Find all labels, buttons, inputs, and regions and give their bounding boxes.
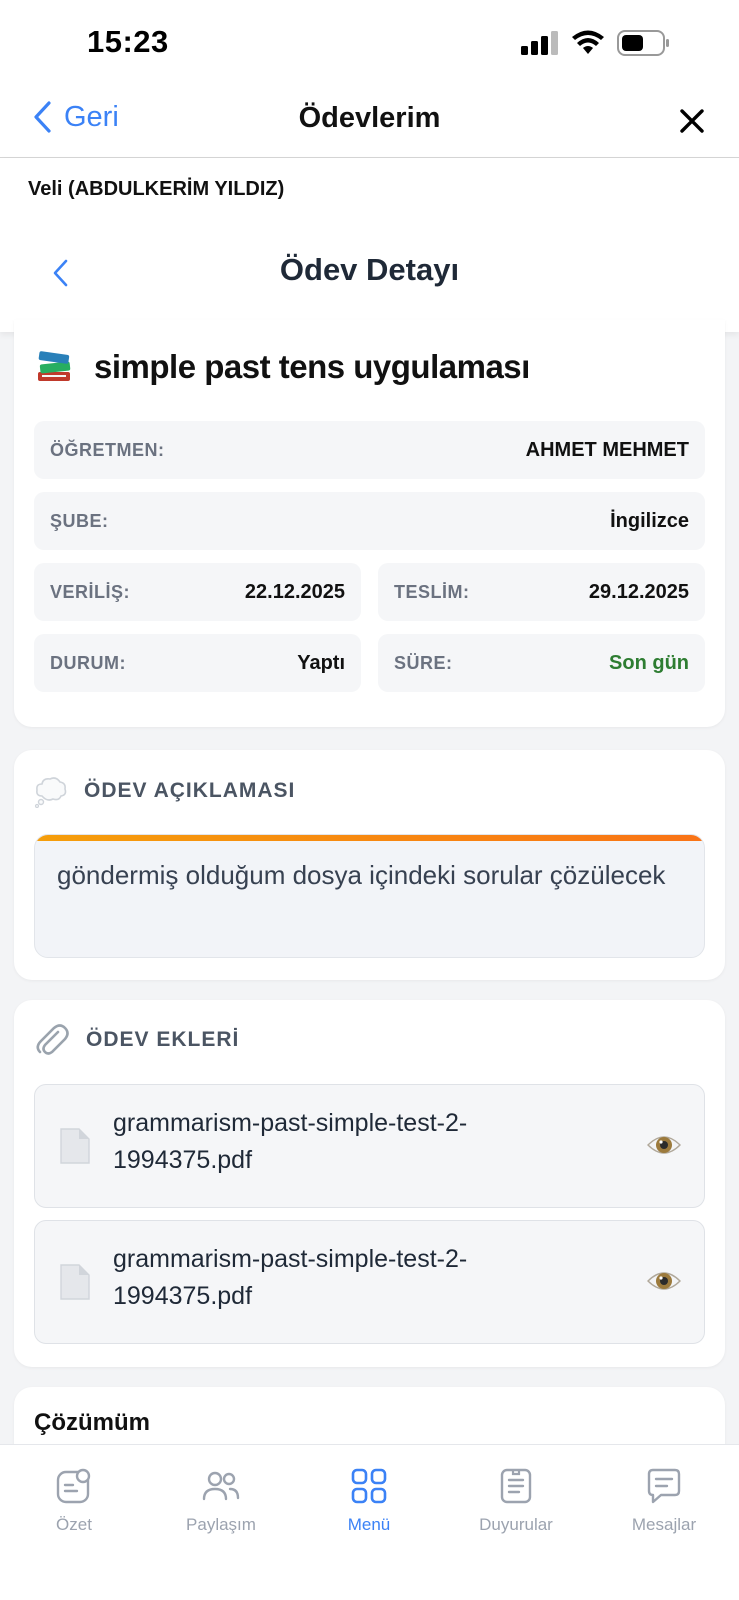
given-label: VERİLİŞ: bbox=[50, 581, 131, 602]
summary-icon bbox=[56, 1468, 91, 1504]
user-label: Veli (ABDULKERİM YILDIZ) bbox=[28, 178, 285, 200]
homework-title: simple past tens uygulaması bbox=[94, 348, 530, 385]
due-date-row: TESLİM: 29.12.2025 bbox=[378, 563, 705, 621]
chat-icon bbox=[647, 1468, 681, 1504]
tab-label: Özet bbox=[56, 1515, 92, 1534]
subheader: Veli (ABDULKERİM YILDIZ) Ödev Detayı bbox=[0, 158, 739, 332]
branch-label: ŞUBE: bbox=[50, 510, 109, 531]
branch-value: İngilizce bbox=[610, 509, 689, 532]
status-bar: 15:23 bbox=[0, 0, 739, 92]
solution-title: Çözümüm bbox=[34, 1409, 150, 1436]
signal-icon bbox=[521, 31, 558, 55]
paperclip-icon bbox=[36, 1024, 69, 1055]
detail-title: Ödev Detayı bbox=[279, 252, 460, 287]
given-date-row: VERİLİŞ: 22.12.2025 bbox=[34, 563, 361, 621]
eye-icon[interactable] bbox=[646, 1263, 682, 1299]
status-time: 15:23 bbox=[87, 24, 169, 59]
homework-info-card: simple past tens uygulaması ÖĞRETMEN: AH… bbox=[14, 320, 725, 727]
description-text: göndermiş olduğum dosya içindeki sorular… bbox=[57, 860, 666, 890]
teacher-label: ÖĞRETMEN: bbox=[50, 439, 165, 460]
status-row: DURUM: Yaptı bbox=[34, 634, 361, 692]
tab-bar: Özet Paylaşım Menü Duyurular Mesajlar bbox=[0, 1444, 739, 1600]
attachments-card: ÖDEV EKLERİ grammarism-past-simple-test-… bbox=[14, 1000, 725, 1367]
close-icon[interactable] bbox=[677, 106, 707, 136]
tab-label: Menü bbox=[347, 1515, 391, 1534]
due-value: 29.12.2025 bbox=[588, 580, 689, 603]
books-icon bbox=[38, 351, 71, 381]
tab-label: Paylaşım bbox=[186, 1515, 256, 1534]
teacher-row: ÖĞRETMEN: AHMET MEHMET bbox=[34, 421, 705, 479]
file-name: grammarism-past-simple-test-2-1994375.pd… bbox=[113, 1245, 468, 1310]
description-accent-bar bbox=[35, 835, 704, 841]
time-value: Son gün bbox=[609, 651, 689, 674]
homework-title-row: simple past tens uygulaması bbox=[36, 348, 530, 386]
people-icon bbox=[202, 1471, 240, 1501]
eye-icon[interactable] bbox=[646, 1127, 682, 1163]
branch-row: ŞUBE: İngilizce bbox=[34, 492, 705, 550]
file-icon bbox=[60, 1128, 90, 1164]
wifi-icon bbox=[572, 30, 604, 54]
tab-menu[interactable]: Menü bbox=[309, 1467, 429, 1535]
due-label: TESLİM: bbox=[394, 581, 470, 602]
tab-messages[interactable]: Mesajlar bbox=[604, 1467, 724, 1535]
grid-icon bbox=[351, 1468, 387, 1504]
status-value: Yaptı bbox=[297, 651, 345, 674]
tab-sharing[interactable]: Paylaşım bbox=[161, 1467, 281, 1535]
status-icons bbox=[521, 30, 671, 56]
tab-label: Duyurular bbox=[479, 1515, 553, 1534]
thought-bubble-icon bbox=[34, 777, 67, 808]
page-title: Ödevlerim bbox=[298, 102, 441, 134]
teacher-value: AHMET MEHMET bbox=[525, 438, 689, 461]
navigation-bar: Geri Ödevlerim bbox=[0, 92, 739, 158]
tab-announcements[interactable]: Duyurular bbox=[456, 1467, 576, 1535]
given-value: 22.12.2025 bbox=[244, 580, 345, 603]
description-header: ÖDEV AÇIKLAMASI bbox=[34, 774, 295, 808]
attachments-header: ÖDEV EKLERİ bbox=[34, 1022, 239, 1058]
tab-label: Mesajlar bbox=[631, 1515, 697, 1534]
description-box: göndermiş olduğum dosya içindeki sorular… bbox=[34, 834, 705, 958]
file-name: grammarism-past-simple-test-2-1994375.pd… bbox=[113, 1109, 468, 1174]
description-title: ÖDEV AÇIKLAMASI bbox=[84, 779, 296, 802]
status-label: DURUM: bbox=[50, 652, 126, 673]
tab-summary[interactable]: Özet bbox=[14, 1467, 134, 1535]
document-icon bbox=[500, 1468, 532, 1504]
file-icon bbox=[60, 1264, 90, 1300]
attachment-item[interactable]: grammarism-past-simple-test-2-1994375.pd… bbox=[34, 1220, 705, 1344]
attachment-item[interactable]: grammarism-past-simple-test-2-1994375.pd… bbox=[34, 1084, 705, 1208]
attachments-title: ÖDEV EKLERİ bbox=[86, 1028, 240, 1051]
description-card: ÖDEV AÇIKLAMASI göndermiş olduğum dosya … bbox=[14, 750, 725, 980]
time-label: SÜRE: bbox=[394, 652, 453, 673]
time-remaining-row: SÜRE: Son gün bbox=[378, 634, 705, 692]
battery-icon bbox=[617, 30, 669, 56]
